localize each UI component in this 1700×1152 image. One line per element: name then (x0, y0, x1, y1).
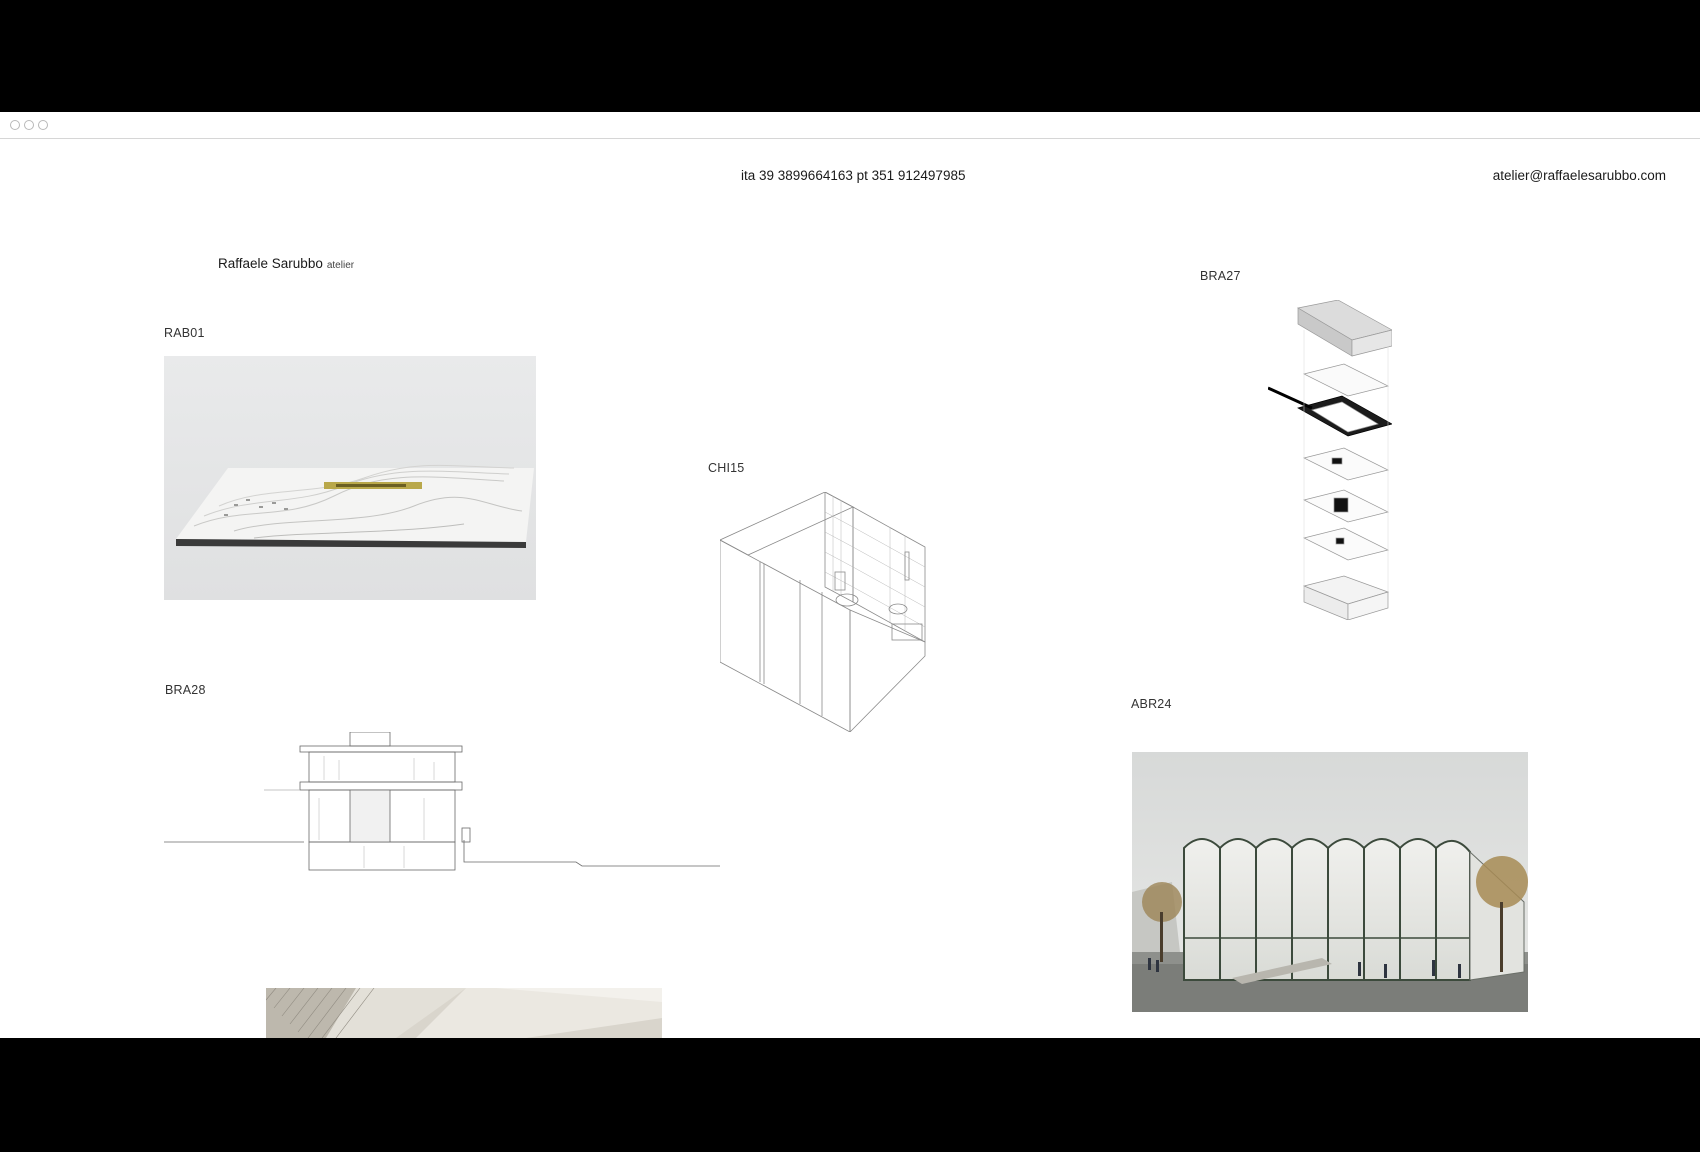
project-label-abr24[interactable]: ABR24 (1131, 697, 1172, 711)
brand-name: Raffaele Sarubbo (218, 256, 323, 271)
project-image-chi15[interactable] (720, 492, 990, 732)
browser-window: ita 39 3899664163 pt 351 912497985 ateli… (0, 112, 1700, 1038)
project-label-rab01[interactable]: RAB01 (164, 326, 205, 340)
phone-numbers[interactable]: ita 39 3899664163 pt 351 912497985 (741, 168, 965, 183)
project-image-abr24[interactable] (1132, 752, 1528, 1012)
zoom-dot[interactable] (38, 120, 48, 130)
project-image-interior[interactable] (266, 988, 662, 1038)
brand-logo[interactable]: Raffaele Sarubbo atelier (218, 256, 354, 271)
project-label-chi15[interactable]: CHI15 (708, 461, 744, 475)
minimize-dot[interactable] (24, 120, 34, 130)
project-image-bra27[interactable] (1268, 300, 1392, 620)
window-titlebar (0, 112, 1700, 139)
project-label-bra28[interactable]: BRA28 (165, 683, 206, 697)
email-link[interactable]: atelier@raffaelesarubbo.com (1493, 168, 1666, 183)
project-image-bra28[interactable] (164, 732, 720, 902)
close-dot[interactable] (10, 120, 20, 130)
project-image-rab01[interactable] (164, 356, 536, 600)
brand-suffix: atelier (326, 260, 355, 271)
project-label-bra27[interactable]: BRA27 (1200, 269, 1241, 283)
